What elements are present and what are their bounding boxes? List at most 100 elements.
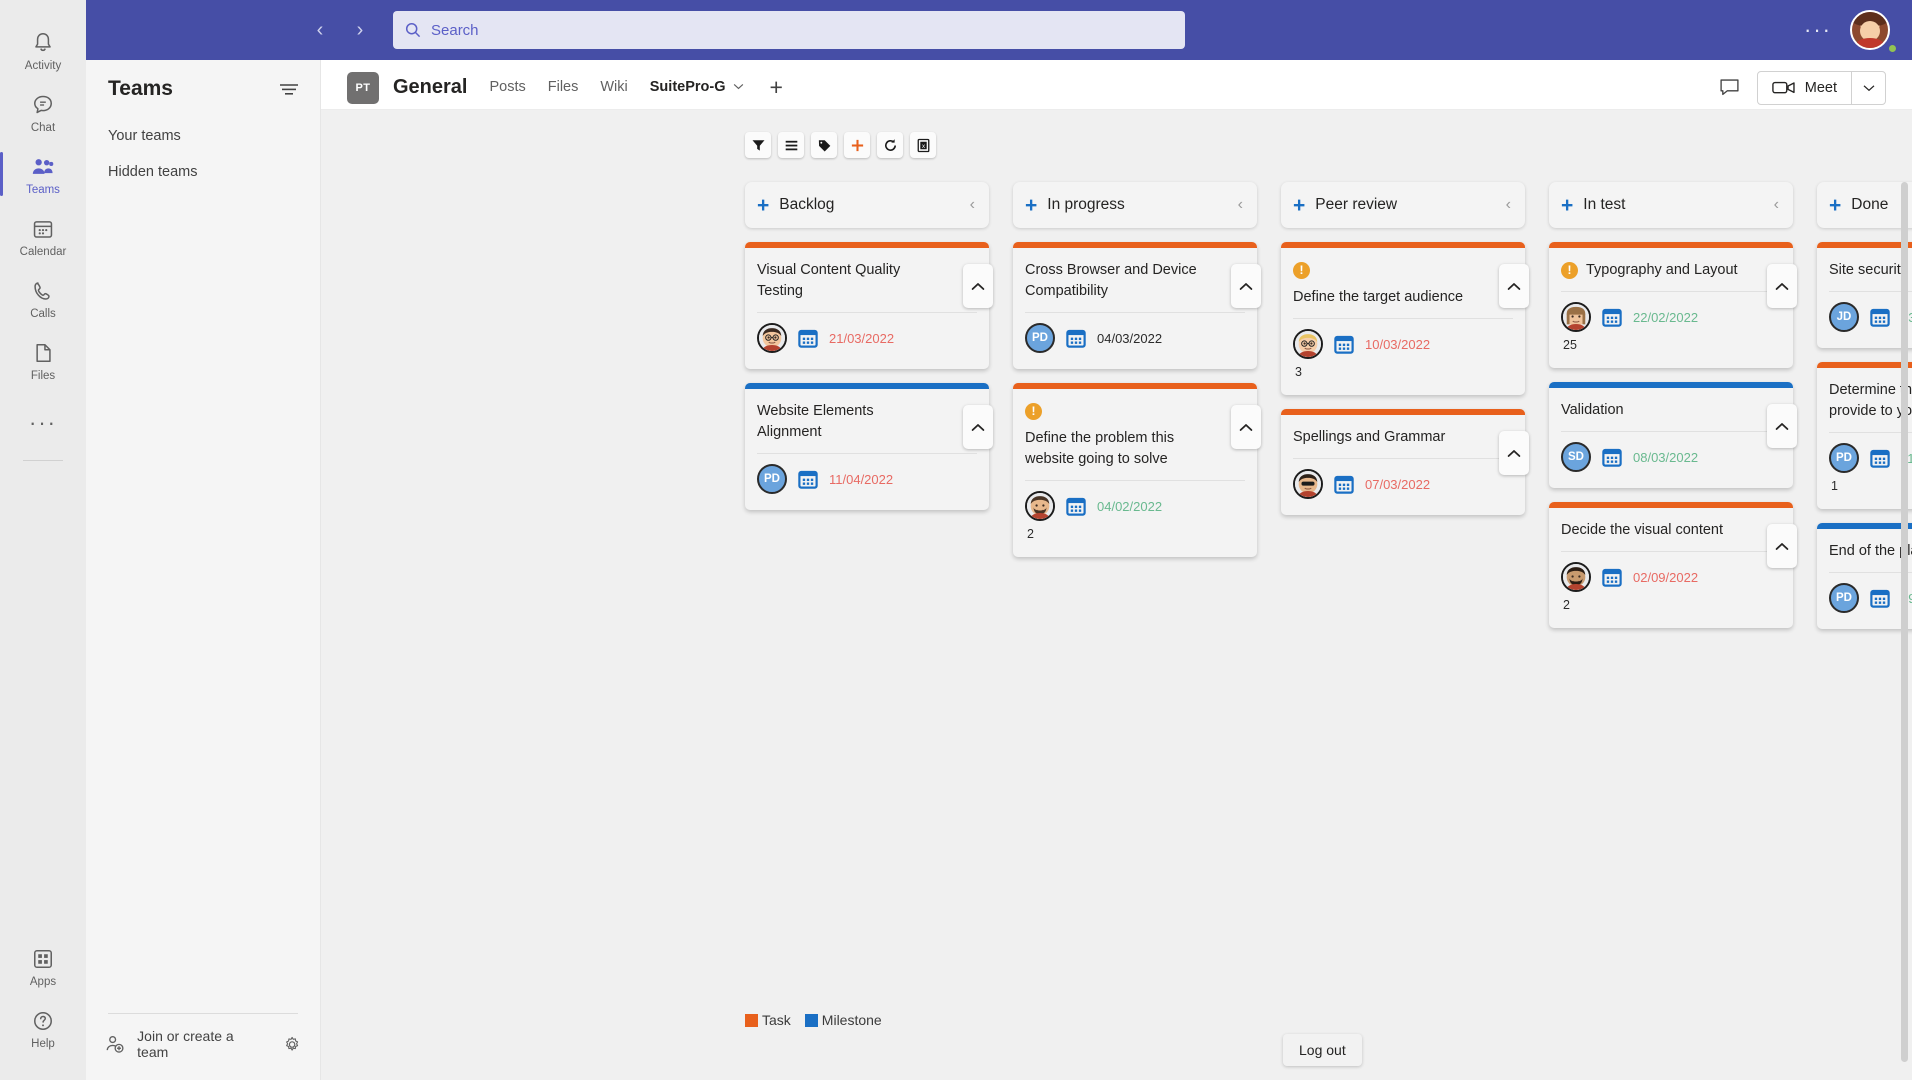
card-collapse-button[interactable]: [1499, 264, 1529, 308]
board-legend: Task Milestone: [745, 1012, 882, 1028]
chevron-left-icon[interactable]: ‹: [1774, 197, 1779, 213]
card-collapse-button[interactable]: [1767, 264, 1797, 308]
card-title-row: Decide the visual content: [1549, 508, 1793, 551]
rail-bottom: Apps Help: [0, 934, 86, 1080]
rail-item-files[interactable]: Files: [0, 328, 86, 390]
column-title: Done: [1851, 196, 1889, 213]
calendar-icon: [1602, 308, 1622, 327]
apps-icon: [34, 950, 52, 968]
hidden-teams-link[interactable]: Hidden teams: [86, 154, 320, 190]
tags-button[interactable]: [811, 132, 837, 158]
add-card-button[interactable]: +: [1561, 195, 1573, 216]
meet-button[interactable]: Meet: [1758, 72, 1851, 104]
rail-item-calls[interactable]: Calls: [0, 266, 86, 328]
list-view-button[interactable]: [778, 132, 804, 158]
add-button[interactable]: [844, 132, 870, 158]
forward-icon[interactable]: ›: [349, 20, 371, 40]
card-collapse-button[interactable]: [963, 264, 993, 308]
card-collapse-button[interactable]: [1231, 405, 1261, 450]
calendar-icon: [1870, 449, 1890, 468]
kanban-card[interactable]: End of the planning phase PD09/02/2022: [1817, 523, 1912, 630]
kanban-card[interactable]: Visual Content Quality Testing 21/03/2022: [745, 242, 993, 370]
kanban-card[interactable]: Cross Browser and Device Compatibility PD…: [1013, 242, 1261, 370]
list-icon: [785, 140, 797, 150]
card-collapse-button[interactable]: [1767, 524, 1797, 569]
card-collapse-button[interactable]: [1231, 264, 1261, 308]
search-box[interactable]: [393, 11, 1185, 49]
card-divider: [1025, 312, 1245, 314]
filter-lines-icon[interactable]: [278, 82, 300, 96]
add-card-button[interactable]: +: [1829, 195, 1841, 216]
kanban-card[interactable]: ! Typography and Layout 22/02/2022 25: [1549, 242, 1797, 369]
card-footer: 10/03/2022: [1281, 329, 1525, 360]
column-header: + Peer review ‹: [1281, 182, 1525, 228]
card-date: 04/03/2022: [1097, 330, 1163, 346]
kanban-card[interactable]: Site security details JD23/02/2022: [1817, 242, 1912, 349]
tab-suitepro-g[interactable]: SuitePro-G: [649, 79, 744, 113]
board-toolbar: x: [321, 110, 1912, 158]
card-title: Define the problem this website going to…: [1025, 430, 1175, 468]
kanban-card[interactable]: Determine the value you provide to your …: [1817, 362, 1912, 510]
conversation-button[interactable]: [1718, 77, 1741, 98]
filter-button[interactable]: [745, 132, 771, 158]
rail-more-icon[interactable]: ···: [29, 390, 57, 456]
card-collapse-button[interactable]: [963, 405, 993, 450]
chevron-up-icon: [1775, 282, 1789, 290]
app-rail: Activity Chat Teams Calendar Calls Files…: [0, 0, 86, 1080]
card-date: 11/04/2022: [829, 471, 894, 487]
logout-button[interactable]: Log out: [1283, 1034, 1362, 1066]
card-footer: 21/03/2022: [745, 323, 989, 354]
board-scrollbar[interactable]: [1901, 182, 1908, 1062]
tab-files[interactable]: Files: [548, 79, 579, 97]
rail-item-apps[interactable]: Apps: [0, 934, 86, 996]
kanban-card[interactable]: Website Elements Alignment PD 11/04/2022: [745, 383, 993, 511]
your-teams-link[interactable]: Your teams: [86, 118, 320, 154]
card-footer: 02/09/2022: [1549, 562, 1793, 593]
tab-posts[interactable]: Posts: [489, 79, 525, 97]
chevron-left-icon[interactable]: ‹: [1506, 197, 1511, 213]
refresh-button[interactable]: [877, 132, 903, 158]
legend-task: Task: [745, 1012, 791, 1028]
tab-wiki[interactable]: Wiki: [600, 79, 627, 97]
kanban-card[interactable]: ! Define the problem this website going t…: [1013, 383, 1261, 558]
kanban-card[interactable]: ! Define the target audience 10/03/2022 3: [1281, 242, 1529, 396]
calendar-icon: [1870, 308, 1890, 327]
rail-item-calendar[interactable]: Calendar: [0, 204, 86, 266]
card-divider: [1561, 431, 1781, 433]
card-count: 1: [1831, 479, 1838, 494]
kanban-card[interactable]: Decide the visual content 02/09/2022 2: [1549, 502, 1797, 629]
export-excel-button[interactable]: x: [910, 132, 936, 158]
top-more-icon[interactable]: ···: [1804, 19, 1832, 41]
kanban-card[interactable]: Validation SD 08/03/2022: [1549, 382, 1797, 489]
rail-item-help[interactable]: Help: [0, 996, 86, 1058]
card-footer: JD23/02/2022: [1817, 302, 1912, 333]
meet-dropdown-button[interactable]: [1851, 71, 1885, 104]
back-icon[interactable]: ‹: [309, 20, 331, 40]
card-collapse-button[interactable]: [1767, 404, 1797, 449]
avatar: [1025, 491, 1055, 522]
user-avatar[interactable]: [1850, 10, 1890, 50]
chevron-down-icon[interactable]: [733, 83, 744, 90]
card-title: Cross Browser and Device Compatibility: [1025, 262, 1197, 300]
card-title-row: ! Typography and Layout: [1549, 248, 1793, 291]
calendar-icon: [1602, 448, 1622, 467]
add-card-button[interactable]: +: [1293, 195, 1305, 216]
chevron-up-icon: [971, 282, 985, 290]
rail-item-teams[interactable]: Teams: [0, 142, 86, 204]
chevron-left-icon[interactable]: ‹: [970, 197, 975, 213]
rail-item-chat[interactable]: Chat: [0, 80, 86, 142]
add-card-button[interactable]: +: [1025, 195, 1037, 216]
column-header: + In test ‹: [1549, 182, 1793, 228]
calendar-icon: [1066, 497, 1086, 516]
card-date: 02/09/2022: [1633, 569, 1699, 585]
rail-item-activity[interactable]: Activity: [0, 18, 86, 80]
add-tab-button[interactable]: +: [770, 74, 783, 101]
add-card-button[interactable]: +: [757, 195, 769, 216]
join-create-team-row[interactable]: Join or create a team: [104, 1028, 302, 1060]
gear-icon[interactable]: [282, 1034, 302, 1055]
kanban-card[interactable]: Spellings and Grammar 07/03/2022: [1281, 409, 1529, 516]
search-input[interactable]: [431, 21, 1173, 39]
card-collapse-button[interactable]: [1499, 431, 1529, 476]
plus-icon: [851, 139, 863, 151]
chevron-left-icon[interactable]: ‹: [1238, 197, 1243, 213]
